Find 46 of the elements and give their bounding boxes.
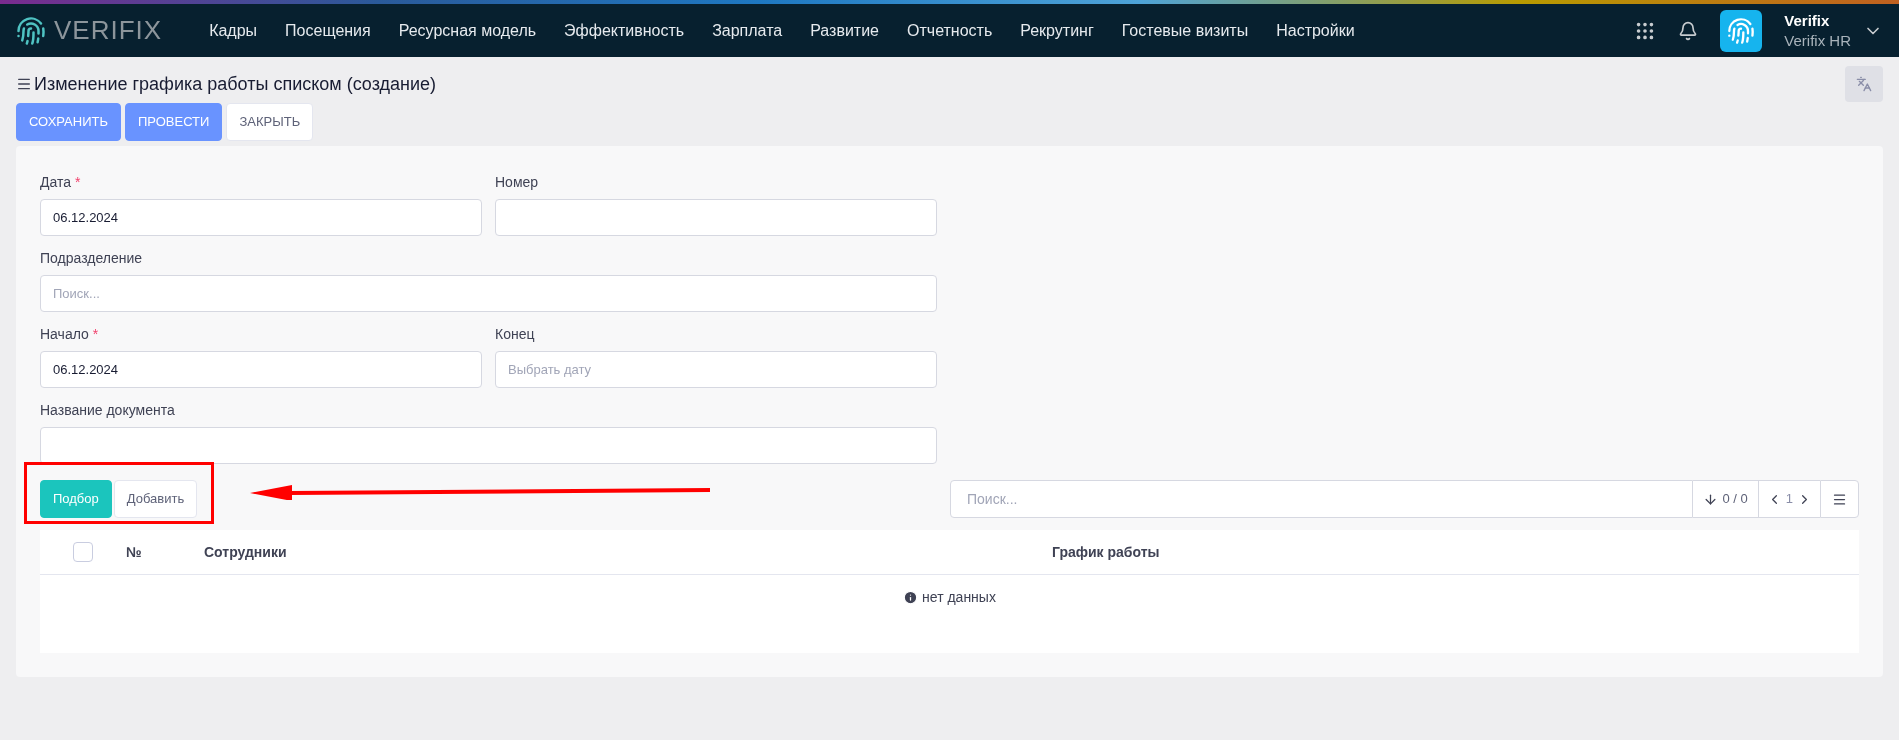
menu-icon[interactable] [16,76,32,92]
nav-link[interactable]: Настройки [1265,18,1366,43]
field-label: Дата [40,173,71,192]
input-field[interactable]: 06.12.2024 [40,351,482,388]
column-header: Сотрудники [204,542,288,562]
input-field[interactable]: 06.12.2024 [40,199,482,236]
column-header: № [126,542,143,562]
field-label: Номер [495,173,539,192]
field-label: Начало [40,325,89,344]
company-avatar[interactable] [1720,9,1763,52]
nav-link[interactable]: Отчетность [896,18,1004,43]
nav-link[interactable]: Посещения [274,18,382,43]
input-field[interactable] [40,427,937,464]
action-button[interactable]: ЗАКРЫТЬ [226,103,314,141]
nav-link[interactable]: Эффективность [553,18,696,43]
field-label: Конец [495,325,535,344]
input-field[interactable]: Поиск... [40,275,937,312]
input-field[interactable]: Выбрать дату [495,351,937,388]
required-mark: * [92,325,99,344]
brand-logo-text: VERIFIX [54,14,163,47]
search-field[interactable]: Поиск... [950,480,1694,518]
notification-bell-icon[interactable] [1678,20,1699,41]
column-header: График работы [1052,542,1160,562]
input-field[interactable] [495,199,937,236]
fingerprint-icon [1727,16,1756,45]
menu-icon[interactable] [1832,491,1847,507]
required-mark: * [75,173,81,192]
nav-link[interactable]: Ресурсная модель [387,18,548,43]
nav-link[interactable]: Гостевые визиты [1110,18,1260,43]
sort-arrow-icon[interactable] [1703,491,1719,507]
field-label: Название документа [40,401,175,420]
translate-icon [1856,76,1872,92]
page-number: 1 [1785,490,1793,509]
table-button[interactable]: Добавить [113,480,198,518]
select-all-checkbox[interactable] [73,542,93,562]
page-title: Изменение графика работы списком (создание) [34,72,437,96]
nav-link[interactable]: Кадры [198,18,269,43]
nav-link[interactable]: Зарплата [701,18,794,43]
nav-link[interactable]: Рекрутинг [1009,18,1105,43]
user-name: Verifix [1784,10,1831,31]
nav-link[interactable]: Развитие [799,18,890,43]
company-name: Verifix HR [1784,30,1851,51]
field-label: Подразделение [40,249,143,268]
empty-message: нет данных [922,587,996,607]
record-count: 0 / 0 [1722,490,1748,509]
info-icon [903,589,919,605]
